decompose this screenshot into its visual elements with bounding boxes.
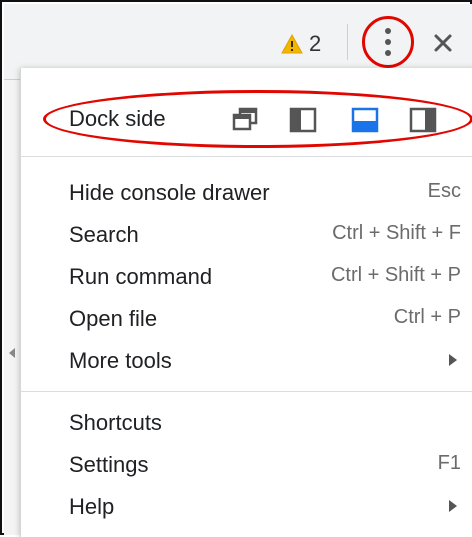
warning-count: 2: [309, 31, 322, 56]
menu-item-shortcut: Ctrl + P: [393, 306, 461, 328]
warnings-indicator[interactable]: 2: [281, 27, 321, 61]
undock-button[interactable]: [229, 104, 261, 136]
kebab-vertical-icon: [385, 28, 391, 56]
menu-divider: [21, 156, 472, 157]
more-options-button[interactable]: [362, 16, 414, 68]
collapse-arrow-icon: [9, 348, 15, 358]
submenu-arrow-icon: [449, 354, 457, 366]
menu-item-help[interactable]: Help: [21, 486, 472, 526]
menu-item-shortcut: Ctrl + Shift + F: [332, 222, 461, 244]
menu-item-label: Help: [69, 494, 115, 519]
devtools-main-menu: Dock side Hide console drawer Esc Search…: [20, 68, 472, 537]
dock-right-button[interactable]: [407, 104, 439, 136]
dock-side-row: Dock side: [21, 90, 472, 150]
menu-item-label: Open file: [69, 306, 158, 331]
page-edge-behind-menu: [4, 80, 21, 535]
menu-item-more-tools[interactable]: More tools: [21, 340, 472, 380]
menu-item-label: Settings: [69, 452, 149, 477]
menu-item-label: Shortcuts: [69, 410, 162, 435]
menu-item-search[interactable]: Search Ctrl + Shift + F: [21, 214, 472, 254]
dock-bottom-icon: [351, 107, 379, 133]
menu-item-label: More tools: [69, 348, 172, 373]
menu-divider: [21, 391, 472, 392]
dock-right-icon: [409, 107, 437, 133]
menu-item-label: Search: [69, 222, 139, 247]
dock-left-icon: [289, 107, 317, 133]
menu-item-label: Hide console drawer: [69, 180, 270, 205]
screenshot-frame: 2 Dock side Hide console drawer Esc Sear…: [0, 0, 472, 537]
menu-item-shortcut: Ctrl + Shift + P: [330, 264, 461, 286]
menu-item-shortcut: F1: [437, 452, 461, 474]
dock-bottom-button[interactable]: [349, 104, 381, 136]
menu-item-shortcuts[interactable]: Shortcuts: [21, 402, 472, 442]
menu-item-label: Run command: [69, 264, 213, 289]
close-x-icon: [434, 34, 452, 52]
close-devtools-button[interactable]: [428, 28, 458, 58]
menu-item-open-file[interactable]: Open file Ctrl + P: [21, 298, 472, 338]
menu-item-run-command[interactable]: Run command Ctrl + Shift + P: [21, 256, 472, 296]
dock-left-button[interactable]: [287, 104, 319, 136]
toolbar-divider: [347, 24, 348, 60]
menu-item-shortcut: Esc: [427, 180, 461, 202]
dock-side-label: Dock side: [69, 106, 166, 131]
menu-item-settings[interactable]: Settings F1: [21, 444, 472, 484]
undock-window-icon: [232, 107, 258, 131]
submenu-arrow-icon: [449, 500, 457, 512]
warning-triangle-icon: [281, 34, 303, 54]
menu-item-hide-console-drawer[interactable]: Hide console drawer Esc: [21, 172, 472, 212]
